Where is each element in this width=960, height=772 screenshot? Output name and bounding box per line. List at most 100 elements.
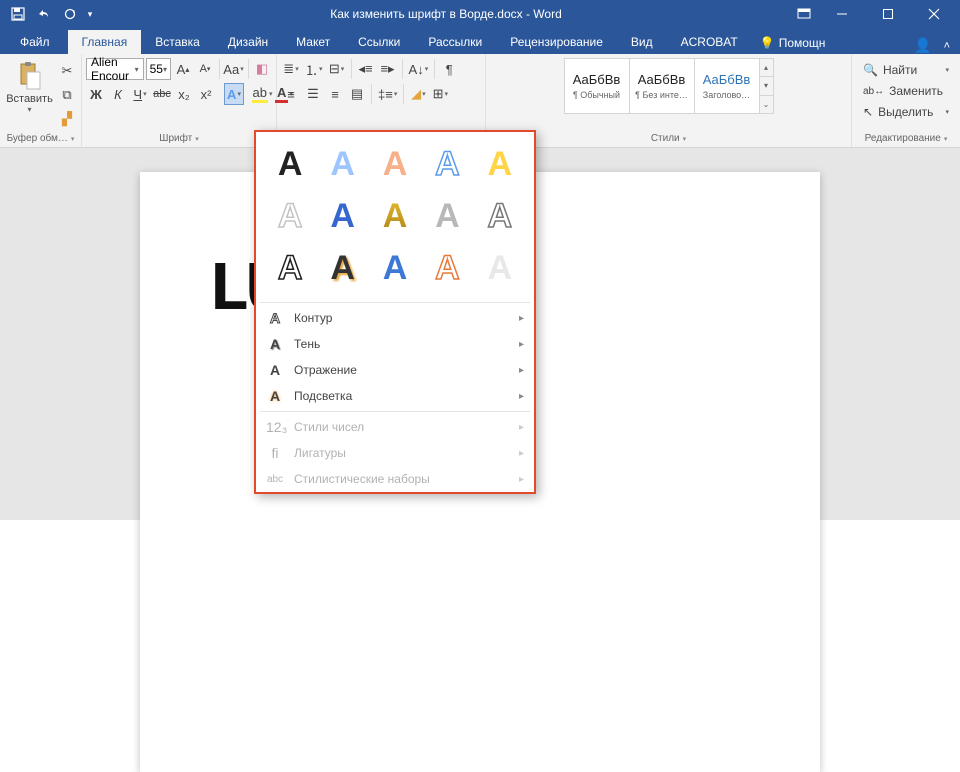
ribbon-display-options[interactable]	[790, 0, 818, 28]
menu-outline-label: Контур	[294, 311, 332, 325]
tab-acrobat[interactable]: ACROBAT	[667, 30, 752, 54]
sort-button[interactable]: A↓	[407, 58, 431, 80]
shrink-font-button[interactable]: A▾	[195, 58, 215, 80]
text-effect-preset-1[interactable]: A	[266, 140, 314, 188]
paste-label: Вставить	[6, 93, 53, 105]
styles-up[interactable]: ▴	[760, 59, 773, 76]
align-left-button[interactable]: ≡	[281, 83, 301, 105]
menu-reflection[interactable]: AОтражение	[256, 357, 534, 383]
copy-button[interactable]: ⧉	[57, 84, 77, 106]
format-painter-button[interactable]: ▞	[57, 108, 77, 130]
minimize-button[interactable]	[820, 0, 864, 28]
group-styles-label[interactable]: Стили	[490, 131, 847, 147]
style-nospacing[interactable]: АаБбВв ¶ Без инте…	[629, 58, 695, 114]
text-effect-preset-10[interactable]: A	[476, 192, 524, 240]
borders-button[interactable]: ⊞	[430, 83, 450, 105]
select-button[interactable]: ↖Выделить	[860, 102, 952, 122]
text-effect-preset-11[interactable]: A	[266, 244, 314, 292]
highlight-button[interactable]: ab	[252, 83, 272, 105]
text-effect-preset-13[interactable]: A	[371, 244, 419, 292]
align-center-icon: ☰	[307, 86, 319, 102]
tab-insert[interactable]: Вставка	[141, 30, 214, 54]
redo-button[interactable]	[58, 2, 82, 26]
collapse-ribbon-icon[interactable]: ˄	[944, 40, 950, 52]
replace-button[interactable]: ab↔Заменить	[860, 81, 952, 101]
underline-button[interactable]: Ч	[130, 83, 150, 105]
grow-font-button[interactable]: A▴	[173, 58, 193, 80]
text-effect-preset-4[interactable]: A	[423, 140, 471, 188]
change-case-button[interactable]: Aa	[224, 58, 244, 80]
numbering-button[interactable]: ⒈	[303, 58, 325, 80]
window-controls	[790, 0, 960, 28]
italic-button[interactable]: К	[108, 83, 128, 105]
close-button[interactable]	[912, 0, 956, 28]
group-font-label[interactable]: Шрифт	[86, 131, 272, 147]
text-effect-preset-3[interactable]: A	[371, 140, 419, 188]
tab-file[interactable]: Файл	[6, 30, 68, 54]
tab-view[interactable]: Вид	[617, 30, 667, 54]
font-name-combo[interactable]: Alien Encour	[86, 58, 144, 80]
multilevel-button[interactable]: ⊟	[327, 58, 347, 80]
menu-shadow-label: Тень	[294, 337, 320, 351]
shadow-a-icon: A	[266, 336, 284, 352]
menu-outline[interactable]: AКонтур	[256, 305, 534, 331]
maximize-button[interactable]	[866, 0, 910, 28]
style-name: ¶ Без инте…	[635, 90, 688, 100]
text-effect-preset-2[interactable]: A	[318, 140, 366, 188]
font-size-combo[interactable]: 55	[146, 58, 171, 80]
style-heading1[interactable]: АаБбВв Заголово…	[694, 58, 760, 114]
find-button[interactable]: 🔍Найти	[860, 60, 952, 80]
strikethrough-button[interactable]: abc	[152, 83, 172, 105]
style-normal[interactable]: АаБбВв ¶ Обычный	[564, 58, 630, 114]
tab-design[interactable]: Дизайн	[214, 30, 282, 54]
replace-icon: ab↔	[863, 86, 884, 97]
highlighter-icon: ab	[252, 85, 268, 103]
styles-down[interactable]: ▾	[760, 76, 773, 94]
group-font: Alien Encour 55 A▴ A▾ Aa ◧ Ж К Ч abc x₂ …	[82, 54, 277, 147]
tell-me-label: Помощн	[779, 36, 826, 50]
bullets-button[interactable]: ≣	[281, 58, 301, 80]
bold-button[interactable]: Ж	[86, 83, 106, 105]
undo-button[interactable]	[32, 2, 56, 26]
group-clipboard-label[interactable]: Буфер обм…	[4, 131, 77, 147]
qat-customize[interactable]: ▾	[84, 2, 96, 26]
show-marks-button[interactable]: ¶	[439, 58, 459, 80]
text-effects-button[interactable]: A	[224, 83, 244, 105]
justify-button[interactable]: ▤	[347, 83, 367, 105]
align-left-icon: ≡	[287, 87, 295, 102]
borders-icon: ⊞	[433, 86, 444, 102]
menu-stylistic-sets: abcСтилистические наборы	[256, 466, 534, 492]
decrease-indent-button[interactable]: ◂≡	[356, 58, 376, 80]
superscript-button[interactable]: x²	[196, 83, 216, 105]
shading-button[interactable]: ◢	[408, 83, 428, 105]
paste-button[interactable]: Вставить ▾	[4, 58, 55, 116]
tell-me[interactable]: 💡 Помощн	[752, 32, 834, 54]
cut-button[interactable]: ✂	[57, 60, 77, 82]
text-effect-preset-7[interactable]: A	[318, 192, 366, 240]
text-effect-preset-8[interactable]: A	[371, 192, 419, 240]
scissors-icon: ✂	[62, 63, 73, 79]
tab-home[interactable]: Главная	[68, 30, 142, 54]
menu-shadow[interactable]: A Тень	[256, 331, 534, 357]
align-right-button[interactable]: ≡	[325, 83, 345, 105]
subscript-button[interactable]: x₂	[174, 83, 194, 105]
text-effect-preset-12[interactable]: A	[318, 244, 366, 292]
menu-glow[interactable]: AПодсветка	[256, 383, 534, 409]
tab-mailings[interactable]: Рассылки	[414, 30, 496, 54]
tab-references[interactable]: Ссылки	[344, 30, 414, 54]
share-icon[interactable]: 👤	[914, 37, 931, 54]
increase-indent-button[interactable]: ≡▸	[378, 58, 398, 80]
align-center-button[interactable]: ☰	[303, 83, 323, 105]
styles-expand[interactable]: ⌄	[760, 95, 773, 113]
clear-formatting-button[interactable]: ◧	[252, 58, 272, 80]
save-button[interactable]	[6, 2, 30, 26]
text-effect-preset-15[interactable]: A	[476, 244, 524, 292]
text-effect-preset-5[interactable]: A	[476, 140, 524, 188]
pilcrow-icon: ¶	[446, 62, 453, 77]
tab-review[interactable]: Рецензирование	[496, 30, 617, 54]
text-effect-preset-6[interactable]: A	[266, 192, 314, 240]
text-effect-preset-9[interactable]: A	[423, 192, 471, 240]
tab-layout[interactable]: Макет	[282, 30, 344, 54]
line-spacing-button[interactable]: ‡≡	[376, 83, 399, 105]
text-effect-preset-14[interactable]: A	[423, 244, 471, 292]
